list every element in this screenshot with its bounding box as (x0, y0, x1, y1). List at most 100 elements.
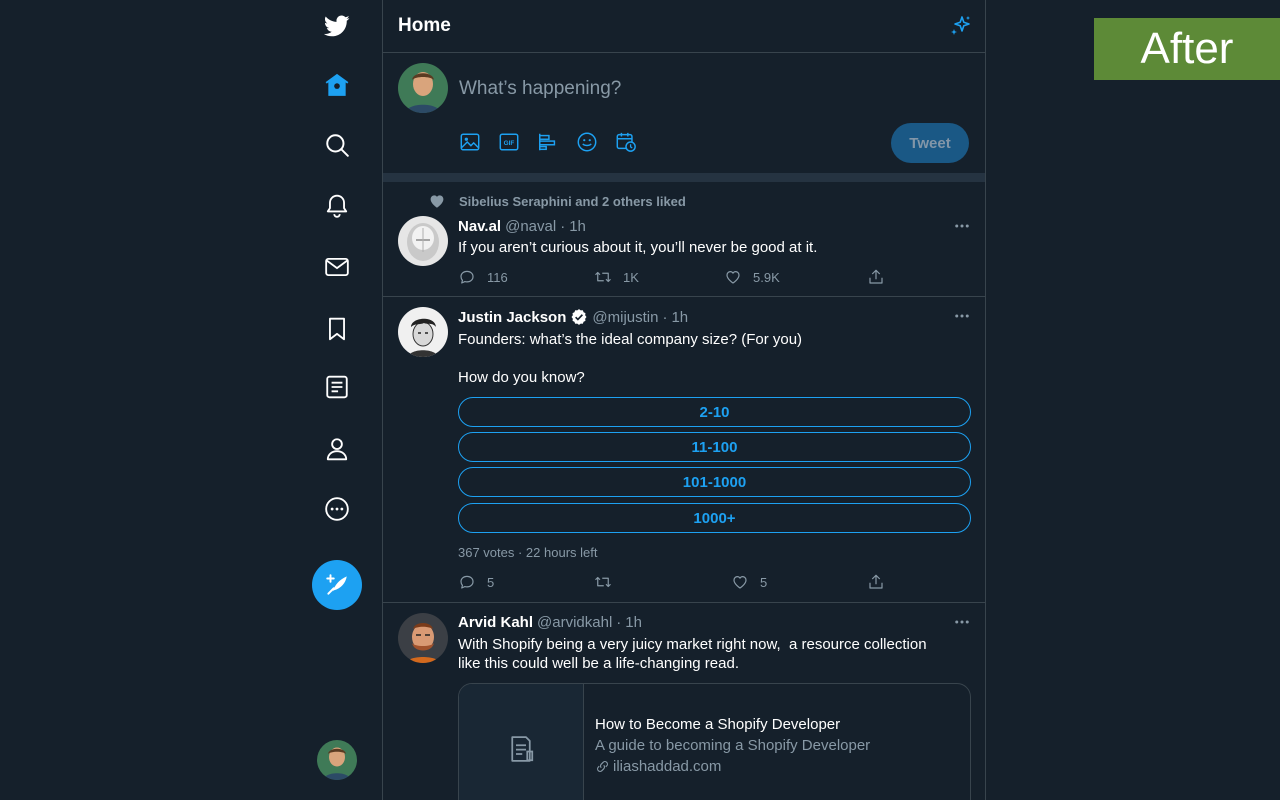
nav-notifications[interactable] (314, 183, 360, 229)
heart-filled-icon (430, 195, 444, 208)
poll-meta: 367 votes · 22 hours left (458, 545, 598, 560)
tweet-card[interactable]: Justin Jackson @mijustin · 1h Founders: … (383, 297, 985, 603)
envelope-icon (325, 257, 349, 277)
author-name[interactable]: Justin Jackson (458, 309, 566, 326)
tweet-card[interactable]: Arvid Kahl @arvidkahl · 1h With Shopify … (383, 603, 985, 800)
heart-icon (726, 270, 740, 284)
nav-messages[interactable] (314, 244, 360, 290)
account-avatar[interactable] (317, 740, 357, 780)
twitter-bird-icon (324, 15, 350, 37)
reply-button[interactable]: 5 (458, 573, 494, 591)
tweet-header: Arvid Kahl @arvidkahl · 1h (458, 614, 642, 631)
media-button[interactable] (458, 130, 482, 154)
tweet-text-line: With Shopify being a very juicy market r… (458, 636, 927, 653)
share-icon (869, 269, 883, 284)
timeline-header: Home (383, 0, 985, 53)
feather-plus-icon (326, 574, 347, 595)
share-button[interactable] (867, 573, 896, 591)
tweet-text-line: Founders: what’s the ideal company size?… (458, 331, 803, 348)
tweet-header: Justin Jackson @mijustin · 1h (458, 308, 688, 326)
separator-dot: · (616, 614, 622, 631)
share-icon (869, 574, 883, 589)
gif-icon: GIF (499, 133, 519, 151)
sidebar (296, 0, 382, 800)
share-button[interactable] (867, 268, 896, 286)
link-card[interactable]: How to Become a Shopify Developer A guid… (458, 683, 971, 800)
link-card-domain-text: iliashaddad.com (613, 758, 722, 775)
link-card-description: A guide to becoming a Shopify Developer (595, 737, 871, 754)
social-context: Sibelius Seraphini and 2 others liked (428, 192, 686, 210)
poll-option[interactable]: 1000+ (458, 503, 971, 533)
reply-button[interactable]: 116 (458, 268, 508, 286)
nav-home[interactable] (314, 62, 360, 108)
tweet-time[interactable]: 1h (625, 614, 642, 631)
retweet-button[interactable] (594, 573, 623, 591)
tweet-button[interactable]: Tweet (891, 123, 969, 163)
more-options-icon[interactable] (953, 613, 971, 631)
tweet-text: If you aren’t curious about it, you’ll n… (458, 239, 818, 256)
gif-label: GIF (504, 140, 515, 147)
author-handle[interactable]: @mijustin (592, 309, 658, 326)
reply-count: 116 (487, 269, 508, 285)
reply-icon (460, 575, 474, 589)
compose-text-input[interactable] (459, 75, 959, 103)
like-button[interactable]: 5 (731, 573, 767, 591)
nav-explore[interactable] (314, 122, 360, 168)
list-document-icon (326, 375, 348, 399)
avatar[interactable] (398, 216, 448, 266)
nav-bookmarks[interactable] (314, 306, 360, 352)
heart-icon (733, 575, 747, 589)
home-icon (325, 73, 349, 96)
twitter-logo-icon[interactable] (314, 3, 360, 49)
verified-badge-icon (571, 309, 587, 325)
author-handle[interactable]: @naval (505, 218, 556, 235)
poll-icon (539, 133, 556, 151)
tweet-text-line: How do you know? (458, 369, 585, 386)
emoji-button[interactable] (575, 130, 599, 154)
like-count: 5.9K (753, 269, 780, 285)
tweet-card[interactable]: Sibelius Seraphini and 2 others liked Na… (383, 182, 985, 297)
tweet-time[interactable]: 1h (569, 218, 586, 235)
person-icon (326, 438, 348, 461)
emoji-icon (577, 132, 597, 152)
gif-button[interactable]: GIF (497, 130, 521, 154)
schedule-button[interactable] (614, 130, 638, 154)
tweet-header: Nav.al @naval · 1h (458, 218, 586, 235)
poll-option[interactable]: 2-10 (458, 397, 971, 427)
compose-tweet-button[interactable] (312, 560, 362, 610)
tweet-composer: GIF Tweet (383, 53, 985, 173)
avatar[interactable] (398, 613, 448, 663)
section-divider (383, 173, 985, 182)
separator-dot: · (560, 218, 566, 235)
bookmark-icon (329, 317, 345, 341)
reply-icon (460, 270, 474, 284)
like-count: 5 (760, 574, 768, 590)
nav-more[interactable] (314, 486, 360, 532)
like-button[interactable]: 5.9K (724, 268, 780, 286)
avatar[interactable] (398, 307, 448, 357)
author-handle[interactable]: @arvidkahl (537, 614, 612, 631)
sparkle-icon[interactable] (949, 14, 973, 38)
schedule-icon (616, 132, 636, 152)
poll-option[interactable]: 11-100 (458, 432, 971, 462)
social-context-text: Sibelius Seraphini and 2 others liked (459, 193, 686, 209)
reply-count: 5 (487, 574, 495, 590)
poll-option[interactable]: 101-1000 (458, 467, 971, 497)
link-icon (597, 761, 608, 772)
nav-lists[interactable] (314, 364, 360, 410)
more-options-icon[interactable] (953, 217, 971, 235)
home-timeline: Home GIF Tweet Sibelius Seraphini and 2 … (382, 0, 986, 800)
poll-button[interactable] (536, 130, 560, 154)
tweet-text-line: like this could well be a life-changing … (458, 655, 739, 672)
composer-avatar (398, 63, 448, 113)
author-name[interactable]: Arvid Kahl (458, 614, 533, 631)
nav-profile[interactable] (314, 426, 360, 472)
retweet-button[interactable]: 1K (594, 268, 639, 286)
tweet-time[interactable]: 1h (671, 309, 688, 326)
link-card-title: How to Become a Shopify Developer (595, 716, 841, 733)
bell-icon (326, 194, 348, 218)
author-name[interactable]: Nav.al (458, 218, 501, 235)
more-options-icon[interactable] (953, 307, 971, 325)
retweet-count: 1K (623, 269, 639, 285)
more-circle-icon (325, 497, 349, 521)
